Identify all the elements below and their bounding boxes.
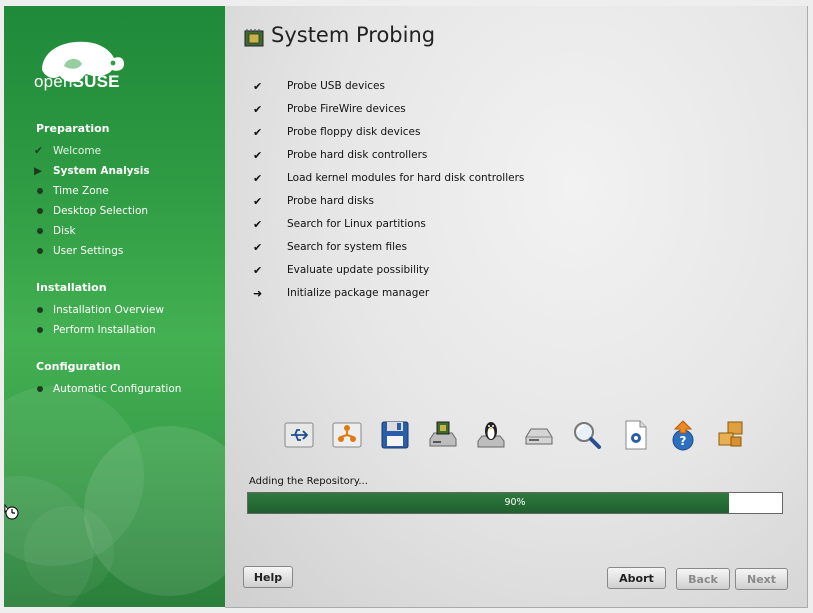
opensuse-wordmark: openSUSE <box>34 72 120 92</box>
usb-icon <box>284 422 314 448</box>
hard-disk-controller-icon <box>429 421 457 447</box>
checkmark-icon: ✔ <box>253 79 263 93</box>
probe-label: Probe USB devices <box>287 80 385 92</box>
probe-label: Probe hard disk controllers <box>287 149 428 161</box>
probe-item: ✔ Probe hard disks <box>253 192 374 210</box>
section-title-configuration: Configuration <box>36 360 121 373</box>
bullet-icon <box>34 307 53 313</box>
step-welcome: ✔ Welcome <box>34 143 101 159</box>
step-label: Disk <box>53 225 76 237</box>
probe-item: ✔ Search for Linux partitions <box>253 215 426 233</box>
checkmark-icon: ✔ <box>253 171 263 185</box>
step-time-zone: Time Zone <box>34 183 109 199</box>
back-button[interactable]: Back <box>676 568 730 590</box>
installer-window: openSUSE Preparation ✔ Welcome ▶ System An… <box>0 0 813 613</box>
checkmark-icon: ✔ <box>253 217 263 231</box>
current-step-arrow-icon: ▶ <box>34 165 43 177</box>
probe-label: Initialize package manager <box>287 287 430 299</box>
package-icon <box>718 421 743 447</box>
search-icon <box>574 422 601 449</box>
step-user-settings: User Settings <box>34 243 123 259</box>
step-installation-overview: Installation Overview <box>34 302 164 318</box>
probe-item: ✔ Probe hard disk controllers <box>253 146 427 164</box>
step-label: Time Zone <box>53 185 109 197</box>
decorative-bubble <box>24 506 114 596</box>
checkmark-icon: ✔ <box>253 194 263 208</box>
progress-bar: 90% <box>247 492 783 514</box>
step-perform-installation: Perform Installation <box>34 322 156 338</box>
bullet-icon <box>34 188 53 194</box>
help-button[interactable]: Help <box>243 566 293 588</box>
checkmark-icon: ✔ <box>253 263 263 277</box>
bullet-icon <box>34 248 53 254</box>
svg-text:?: ? <box>680 434 687 448</box>
probe-label: Evaluate update possibility <box>287 264 430 276</box>
wordmark-open: open <box>34 72 73 91</box>
sidebar: openSUSE Preparation ✔ Welcome ▶ System An… <box>4 6 225 607</box>
firewire-icon <box>332 422 362 448</box>
step-label: Desktop Selection <box>53 205 149 217</box>
hard-disk-icon <box>525 428 553 445</box>
checkmark-icon: ✔ <box>253 148 263 162</box>
update-icon: ? <box>672 420 694 451</box>
abort-button[interactable]: Abort <box>607 567 666 589</box>
main-panel: System Probing ✔ Probe USB devices ✔ Probe … <box>225 6 808 608</box>
probe-item: ✔ Evaluate update possibility <box>253 261 429 279</box>
section-title-installation: Installation <box>36 281 107 294</box>
bullet-icon <box>34 386 53 392</box>
page-title: System Probing <box>271 23 436 47</box>
linux-penguin-icon <box>477 422 505 448</box>
next-button[interactable]: Next <box>735 568 788 590</box>
bullet-icon <box>34 327 53 333</box>
step-label: Perform Installation <box>53 324 156 336</box>
step-system-analysis: ▶ System Analysis <box>34 163 150 179</box>
checkmark-icon: ✔ <box>34 145 43 157</box>
probe-label: Probe FireWire devices <box>287 103 406 115</box>
bullet-icon <box>34 228 53 234</box>
probe-label: Search for Linux partitions <box>287 218 426 230</box>
progress-text: 90% <box>504 497 526 508</box>
step-label: Automatic Configuration <box>53 383 182 395</box>
hardware-chip-icon <box>244 29 264 47</box>
probe-item: ✔ Search for system files <box>253 238 407 256</box>
section-title-preparation: Preparation <box>36 122 110 135</box>
checkmark-icon: ✔ <box>253 125 263 139</box>
wordmark-suse: SUSE <box>72 72 120 91</box>
step-disk: Disk <box>34 223 76 239</box>
probe-label: Probe hard disks <box>287 195 374 207</box>
step-desktop-selection: Desktop Selection <box>34 203 148 219</box>
checkmark-icon: ✔ <box>253 102 263 116</box>
opensuse-chameleon-logo <box>42 41 124 83</box>
probe-label: Probe floppy disk devices <box>287 126 421 138</box>
probe-item: ✔ Probe FireWire devices <box>253 100 406 118</box>
probe-label: Load kernel modules for hard disk contro… <box>287 172 525 184</box>
step-automatic-configuration: Automatic Configuration <box>34 381 181 397</box>
step-label: User Settings <box>53 245 124 257</box>
progress-label: Adding the Repository... <box>249 476 368 487</box>
system-file-icon <box>625 420 647 450</box>
probe-label: Search for system files <box>287 241 407 253</box>
current-arrow-icon: ➜ <box>253 286 263 300</box>
bullet-icon <box>34 208 53 214</box>
probe-item: ✔ Probe floppy disk devices <box>253 123 420 141</box>
probe-item: ➜ Initialize package manager <box>253 284 429 302</box>
busy-cursor-icon <box>4 503 19 520</box>
checkmark-icon: ✔ <box>253 240 263 254</box>
step-label: System Analysis <box>53 165 150 177</box>
floppy-icon <box>381 421 409 449</box>
probe-item: ✔ Probe USB devices <box>253 77 385 95</box>
step-label: Welcome <box>53 145 102 157</box>
probe-item: ✔ Load kernel modules for hard disk contr… <box>253 169 524 187</box>
step-label: Installation Overview <box>53 304 164 316</box>
